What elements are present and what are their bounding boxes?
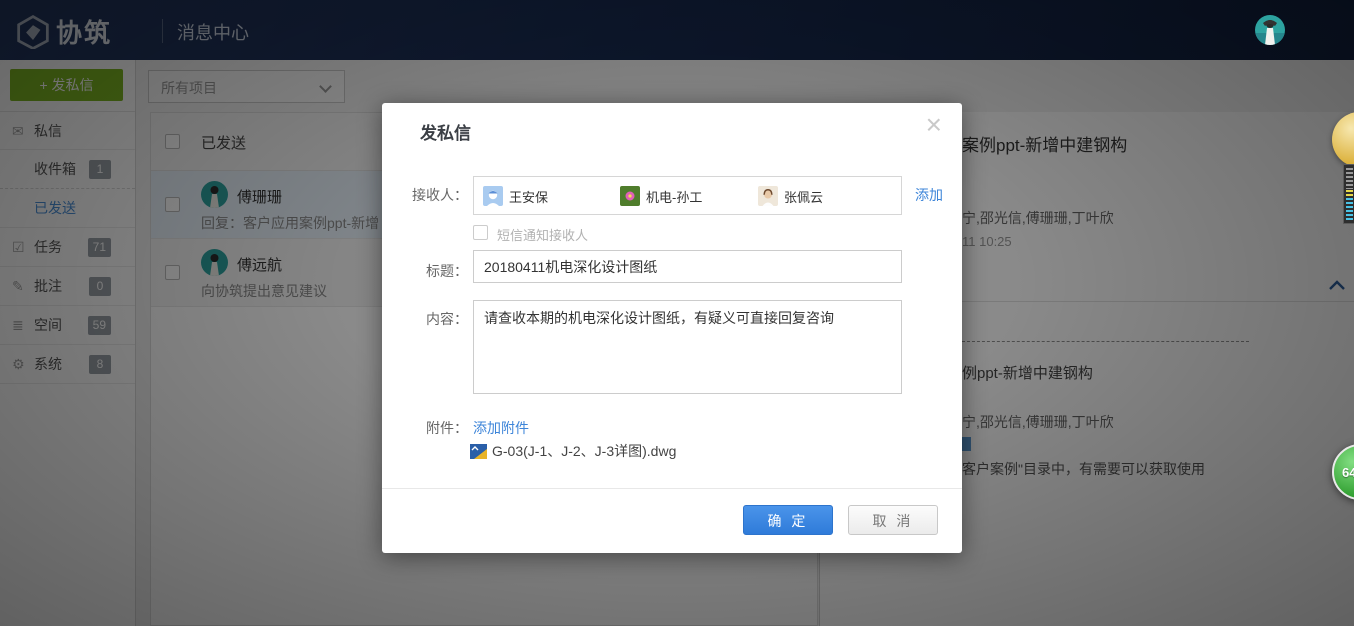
content-textarea[interactable]: 请查收本期的机电深化设计图纸，有疑义可直接回复咨询 <box>473 300 902 394</box>
cancel-button[interactable]: 取 消 <box>848 505 938 535</box>
attachment-filename: G-03(J-1、J-2、J-3详图).dwg <box>492 441 676 461</box>
subject-label: 标题： <box>426 261 468 281</box>
confirm-button[interactable]: 确 定 <box>743 505 833 535</box>
subject-input[interactable] <box>473 250 902 283</box>
user-avatar[interactable] <box>1255 15 1285 45</box>
mini-scroll-stripes-cyan <box>1346 198 1353 220</box>
send-message-dialog: 发私信 × 接收人： 王安保 机电-孙工 张佩云 <box>382 103 962 553</box>
recipient-name: 王安保 <box>509 187 548 206</box>
recipient-chip[interactable]: 王安保 <box>483 186 548 206</box>
dialog-footer-divider <box>382 488 962 489</box>
dwg-file-icon <box>470 444 487 459</box>
sms-notify-checkbox[interactable] <box>473 225 488 240</box>
mini-scroll-stripes-yellow <box>1346 190 1353 197</box>
attachment-item[interactable]: G-03(J-1、J-2、J-3详图).dwg <box>470 441 676 461</box>
add-attachment-link[interactable]: 添加附件 <box>473 418 529 438</box>
close-icon[interactable]: × <box>926 111 942 139</box>
recipient-avatar-worker <box>483 186 503 206</box>
attachment-label: 附件： <box>426 418 468 438</box>
user-avatar-photo <box>1255 15 1285 45</box>
recipient-chip[interactable]: 张佩云 <box>758 186 823 206</box>
recipient-name: 机电-孙工 <box>646 187 702 206</box>
recipient-avatar-woman <box>758 186 778 206</box>
service-badge-count: 64 <box>1342 465 1354 480</box>
recipient-name: 张佩云 <box>784 187 823 206</box>
dialog-title: 发私信 <box>420 119 471 144</box>
recipients-label: 接收人： <box>412 185 468 205</box>
mini-scroll-widget[interactable] <box>1343 164 1354 224</box>
mini-scroll-stripes-gray <box>1346 168 1353 189</box>
content-label: 内容： <box>426 309 468 329</box>
app-root: 协筑 消息中心 + 发私信 ✉ 私信 收件箱 1 已发送 <box>0 0 1354 626</box>
add-recipient-link[interactable]: 添加 <box>915 185 943 205</box>
sms-notify-label: 短信通知接收人 <box>497 225 588 244</box>
recipients-field[interactable]: 王安保 机电-孙工 张佩云 <box>473 176 902 215</box>
recipient-avatar-flower <box>620 186 640 206</box>
recipient-chip[interactable]: 机电-孙工 <box>620 186 702 206</box>
